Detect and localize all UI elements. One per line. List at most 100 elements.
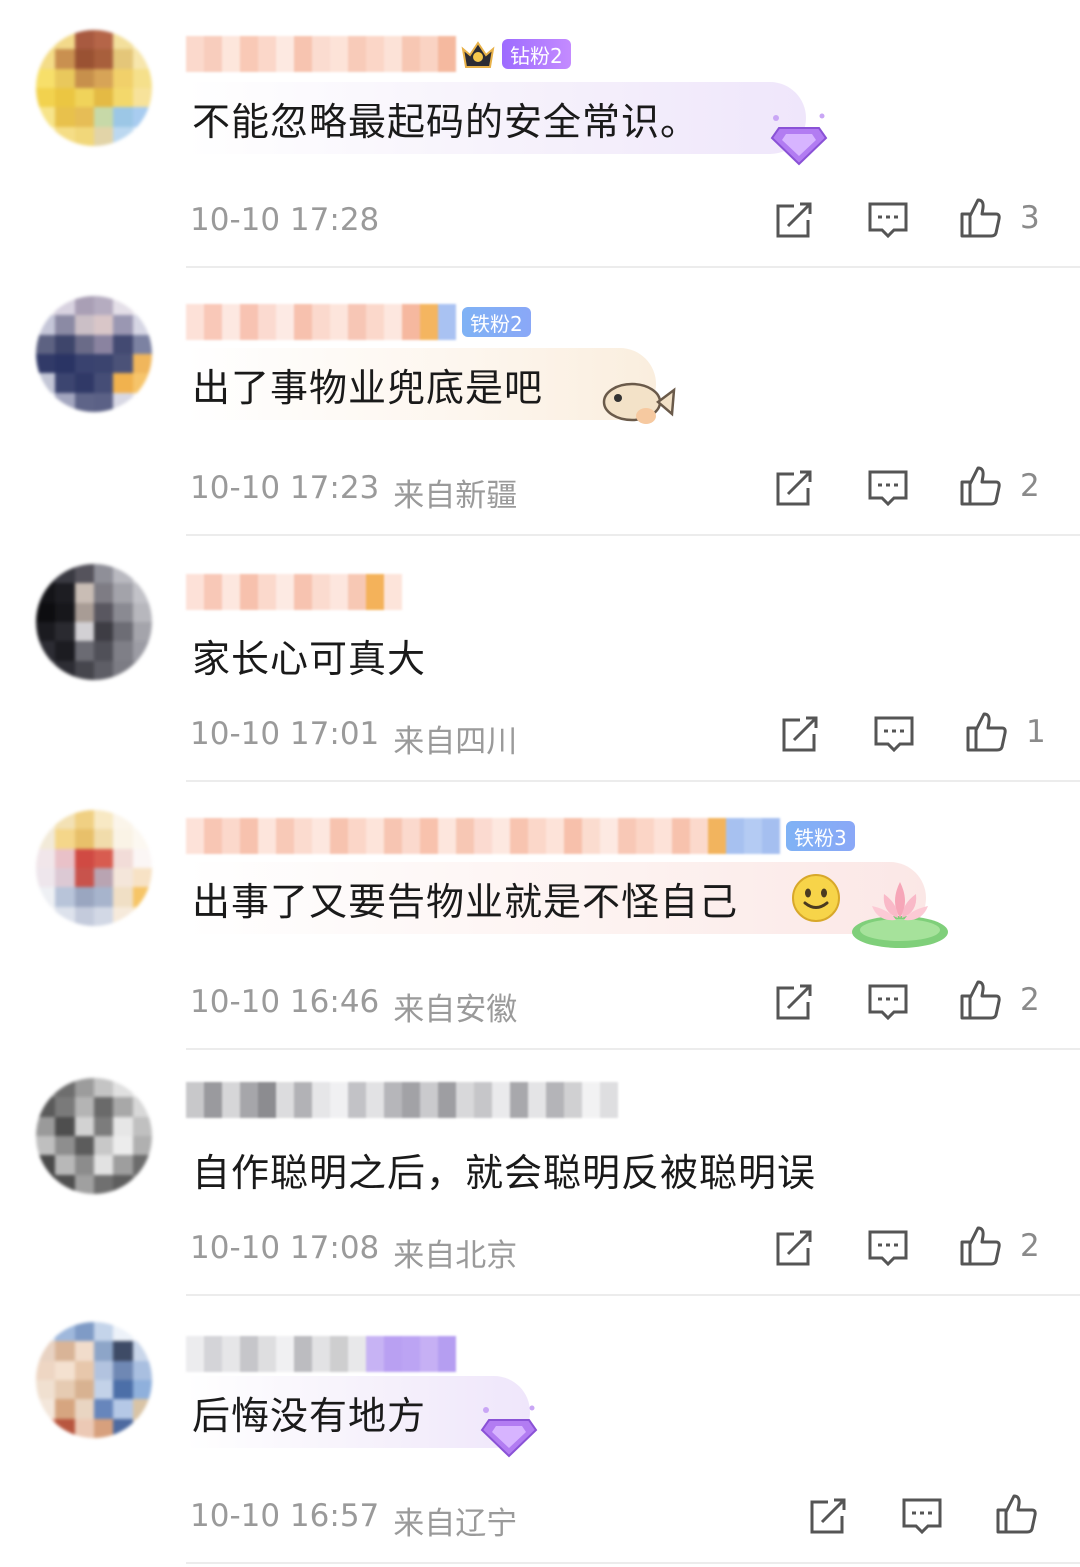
- share-icon: [776, 470, 812, 506]
- avatar[interactable]: [36, 1322, 152, 1438]
- comment-meta: 10-10 17:23 来自新疆: [190, 470, 517, 515]
- thumbs-up-icon: [960, 466, 1001, 506]
- thumbs-up-icon: [960, 1226, 1001, 1266]
- share-button[interactable]: [772, 1226, 816, 1270]
- share-icon: [776, 984, 812, 1020]
- comment-text: 出了事物业兜底是吧: [192, 365, 544, 410]
- avatar[interactable]: [36, 564, 152, 680]
- like-button[interactable]: [994, 1492, 1038, 1536]
- divider: [186, 534, 1080, 536]
- comment-icon: [868, 984, 908, 1021]
- divider: [186, 266, 1080, 268]
- like-button[interactable]: 2: [958, 1224, 1040, 1268]
- username-row: 钻粉2: [186, 34, 571, 74]
- fan-badge[interactable]: 铁粉2: [462, 307, 531, 337]
- share-button[interactable]: [778, 712, 822, 756]
- fan-badge-label: 钻粉2: [510, 43, 563, 68]
- like-count: 2: [1020, 982, 1040, 1018]
- comment-time: 10-10 17:08: [190, 1230, 380, 1266]
- share-button[interactable]: [806, 1494, 850, 1538]
- comment-text: 自作聪明之后，就会聪明反被聪明误: [192, 1151, 817, 1195]
- like-count: 3: [1020, 200, 1040, 236]
- like-count: 1: [1026, 714, 1046, 750]
- username-row: 铁粉2: [186, 302, 531, 342]
- share-icon: [810, 1498, 846, 1534]
- thumbs-up-icon: [996, 1494, 1037, 1534]
- comment-location: 来自北京: [393, 1238, 518, 1274]
- fan-badge[interactable]: 钻粉2: [502, 39, 571, 69]
- fan-badge[interactable]: 铁粉3: [786, 821, 855, 851]
- username-row: [186, 1080, 618, 1120]
- thumbs-up-icon: [960, 198, 1001, 238]
- diamond-decoration-icon: [770, 113, 828, 166]
- avatar[interactable]: [36, 810, 152, 926]
- comment-location: 来自新疆: [393, 478, 518, 514]
- comment-location: 来自辽宁: [393, 1506, 518, 1542]
- fan-badge-label: 铁粉2: [470, 311, 523, 336]
- reply-button[interactable]: [866, 198, 910, 242]
- like-count: 2: [1020, 468, 1040, 504]
- avatar[interactable]: [36, 1078, 152, 1194]
- comment-time: 10-10 17:01: [190, 716, 380, 752]
- like-button[interactable]: 1: [964, 710, 1046, 754]
- reply-button[interactable]: [872, 712, 916, 756]
- comment-icon: [874, 716, 914, 753]
- comment-meta: 10-10 17:01 来自四川: [190, 716, 517, 761]
- comment-time: 10-10 17:28: [190, 202, 380, 238]
- like-button[interactable]: 3: [958, 196, 1040, 240]
- username-blurred[interactable]: [186, 1336, 456, 1372]
- comment-text: 后悔没有地方: [192, 1393, 427, 1438]
- comment-meta: 10-10 17:28: [190, 202, 393, 238]
- like-button[interactable]: 2: [958, 978, 1040, 1022]
- comment-text: 不能忽略最起码的安全常识。: [192, 99, 700, 144]
- comment-icon: [902, 1498, 942, 1535]
- comment-location: 来自四川: [393, 724, 518, 760]
- comment-icon: [868, 202, 908, 239]
- like-count: 2: [1020, 1228, 1040, 1264]
- username-row: 铁粉3: [186, 816, 855, 856]
- avatar[interactable]: [36, 30, 152, 146]
- username-blurred[interactable]: [186, 36, 456, 72]
- comment-icon: [868, 470, 908, 507]
- username-row: [186, 572, 402, 612]
- comment-text: 家长心可真大: [192, 637, 427, 681]
- diamond-decoration-icon: [480, 1405, 538, 1458]
- comment-bubble: 不能忽略最起码的安全常识。: [186, 82, 806, 154]
- username-row: [186, 1334, 456, 1374]
- fan-badge-label: 铁粉3: [794, 825, 847, 850]
- comment-time: 10-10 17:23: [190, 470, 380, 506]
- divider: [186, 1562, 1080, 1564]
- thumbs-up-icon: [960, 980, 1001, 1020]
- lotus-decoration-icon: [852, 882, 948, 948]
- comment-text: 出事了又要告物业就是不怪自己: [192, 879, 739, 924]
- comment-location: 来自安徽: [393, 992, 518, 1028]
- share-button[interactable]: [772, 980, 816, 1024]
- thumbs-up-icon: [966, 712, 1007, 752]
- share-icon: [776, 202, 812, 238]
- share-icon: [782, 716, 818, 752]
- comment-time: 10-10 16:46: [190, 984, 380, 1020]
- reply-button[interactable]: [900, 1494, 944, 1538]
- comment-icon: [868, 1230, 908, 1267]
- username-blurred[interactable]: [186, 574, 402, 610]
- comment-meta: 10-10 16:57 来自辽宁: [190, 1498, 517, 1543]
- like-button[interactable]: 2: [958, 464, 1040, 508]
- share-button[interactable]: [772, 466, 816, 510]
- username-blurred[interactable]: [186, 818, 780, 854]
- divider: [186, 1048, 1080, 1050]
- fish-decoration-icon: [602, 382, 676, 424]
- comment-time: 10-10 16:57: [190, 1498, 380, 1534]
- divider: [186, 1294, 1080, 1296]
- avatar[interactable]: [36, 296, 152, 412]
- comment-bubble: 出了事物业兜底是吧: [186, 348, 656, 420]
- reply-button[interactable]: [866, 1226, 910, 1270]
- share-button[interactable]: [772, 198, 816, 242]
- comment-meta: 10-10 16:46 来自安徽: [190, 984, 517, 1029]
- username-blurred[interactable]: [186, 1082, 618, 1118]
- share-icon: [776, 1230, 812, 1266]
- crown-icon: [461, 41, 495, 68]
- username-blurred[interactable]: [186, 304, 456, 340]
- reply-button[interactable]: [866, 466, 910, 510]
- reply-button[interactable]: [866, 980, 910, 1024]
- divider: [186, 780, 1080, 782]
